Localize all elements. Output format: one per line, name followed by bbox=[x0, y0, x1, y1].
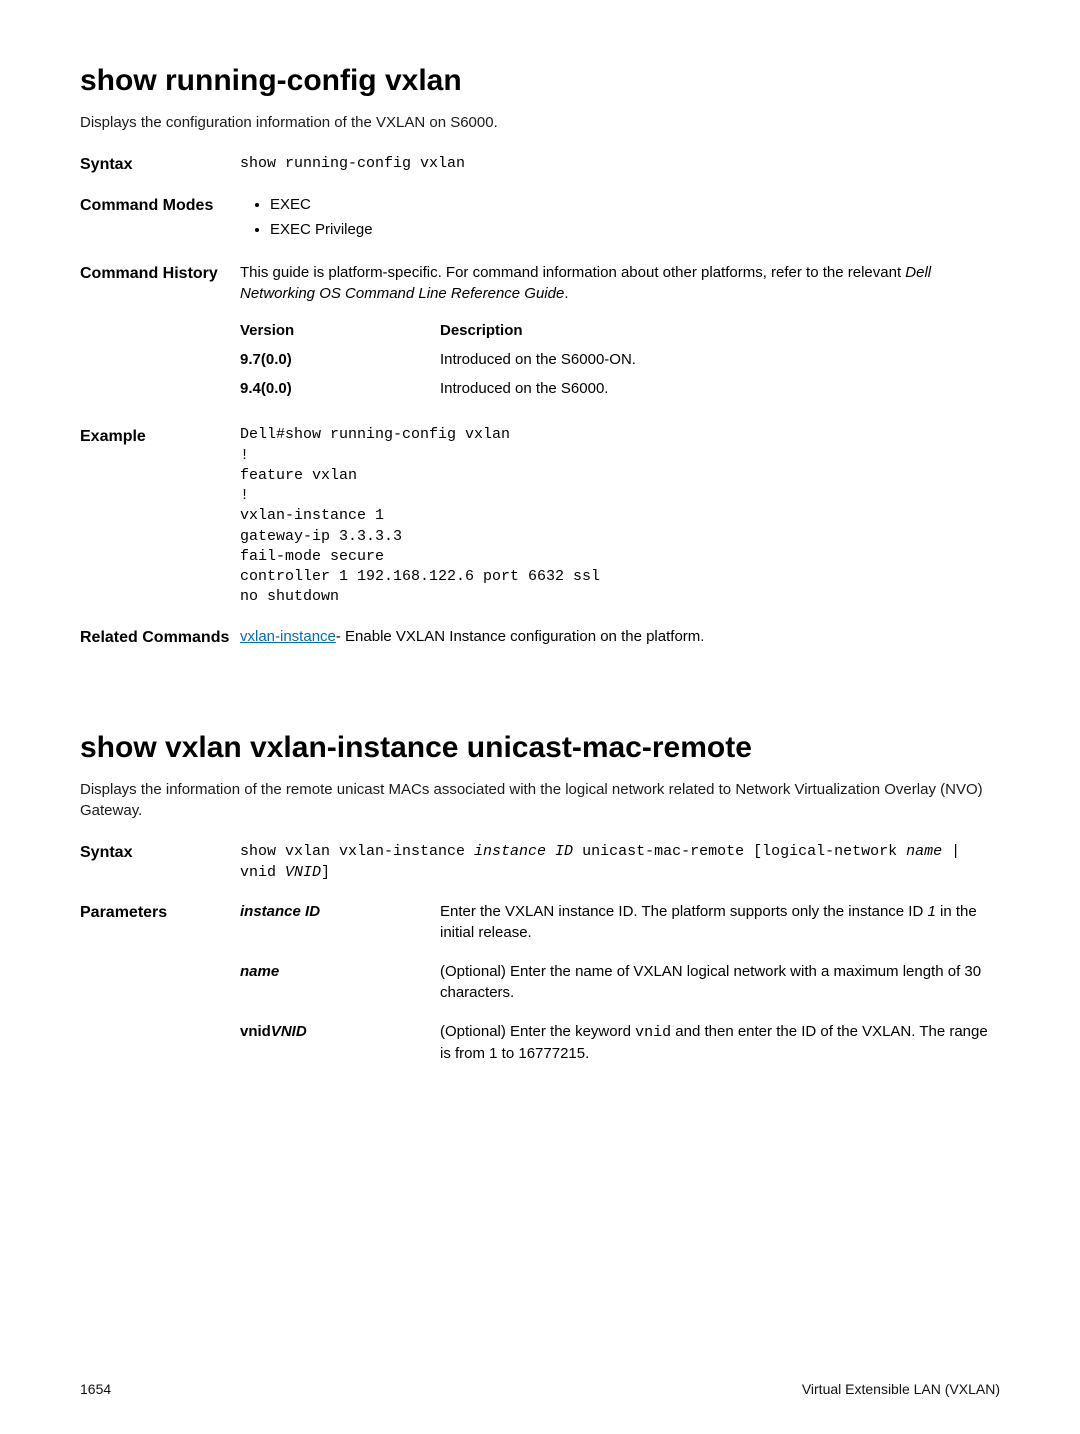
chapter-name: Virtual Extensible LAN (VXLAN) bbox=[802, 1380, 1000, 1400]
syntax-value: show running-config vxlan bbox=[240, 153, 1000, 176]
section2-desc: Displays the information of the remote u… bbox=[80, 779, 1000, 821]
related-label: Related Commands bbox=[80, 626, 240, 649]
related-link[interactable]: vxlan-instance bbox=[240, 628, 336, 645]
related-content: vxlan-instance- Enable VXLAN Instance co… bbox=[240, 626, 1000, 649]
syntax-value: show vxlan vxlan-instance instance ID un… bbox=[240, 841, 1000, 883]
param-name: name bbox=[240, 961, 440, 1003]
history-version: 9.4(0.0) bbox=[240, 378, 440, 399]
syntax-label: Syntax bbox=[80, 153, 240, 176]
param-name: instance ID bbox=[240, 901, 440, 943]
history-version: 9.7(0.0) bbox=[240, 349, 440, 370]
history-desc-header: Description bbox=[440, 320, 1000, 341]
section1-title: show running-config vxlan bbox=[80, 60, 1000, 102]
section2-title: show vxlan vxlan-instance unicast-mac-re… bbox=[80, 727, 1000, 769]
section1-desc: Displays the configuration information o… bbox=[80, 112, 1000, 133]
modes-list: EXEC EXEC Privilege bbox=[240, 194, 1000, 240]
example-label: Example bbox=[80, 425, 240, 607]
mode-item: EXEC Privilege bbox=[270, 219, 1000, 240]
syntax-label: Syntax bbox=[80, 841, 240, 883]
param-desc: (Optional) Enter the name of VXLAN logic… bbox=[440, 961, 1000, 1003]
parameters-label: Parameters bbox=[80, 901, 240, 1072]
history-label: Command History bbox=[80, 262, 240, 407]
param-desc: (Optional) Enter the keyword vnid and th… bbox=[440, 1021, 1000, 1064]
param-name: vnidVNID bbox=[240, 1021, 440, 1064]
history-version-header: Version bbox=[240, 320, 440, 341]
history-desc: Introduced on the S6000-ON. bbox=[440, 349, 1000, 370]
example-code: Dell#show running-config vxlan ! feature… bbox=[240, 425, 1000, 607]
modes-label: Command Modes bbox=[80, 194, 240, 244]
page-number: 1654 bbox=[80, 1380, 111, 1400]
history-desc: Introduced on the S6000. bbox=[440, 378, 1000, 399]
mode-item: EXEC bbox=[270, 194, 1000, 215]
param-desc: Enter the VXLAN instance ID. The platfor… bbox=[440, 901, 1000, 943]
history-intro: This guide is platform-specific. For com… bbox=[240, 262, 1000, 304]
